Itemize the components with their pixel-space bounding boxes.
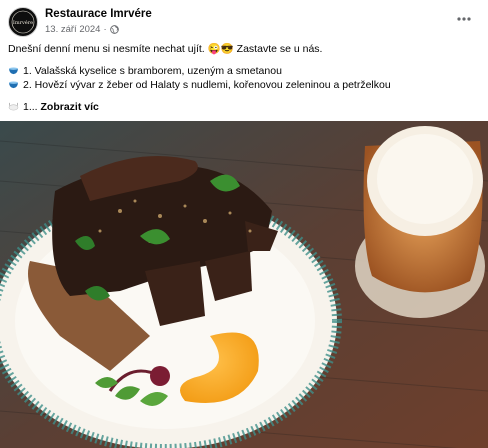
meta-separator: ·: [103, 24, 107, 35]
post-text-truncated: 1... Zobrazit víc: [8, 100, 480, 114]
more-options-button[interactable]: [454, 12, 474, 26]
post-header: Imrvére Restaurace Imrvére 13. září 2024…: [8, 6, 480, 40]
page-avatar[interactable]: Imrvére: [8, 7, 38, 37]
post-date[interactable]: 13. září 2024: [45, 24, 100, 35]
food-photo-image: [0, 121, 488, 448]
bowl-emoji-icon: [9, 81, 18, 89]
truncated-text: 1...: [23, 101, 38, 113]
facebook-post: Imrvére Restaurace Imrvére 13. září 2024…: [0, 0, 488, 448]
see-more-link[interactable]: Zobrazit víc: [41, 101, 99, 113]
avatar-wordmark: Imrvére: [13, 19, 33, 26]
more-horizontal-icon: [457, 17, 471, 21]
post-meta: 13. září 2024 ·: [45, 24, 119, 35]
menu-item-2-text: 2. Hovězí vývar z žeber od Halaty s nudl…: [23, 79, 391, 91]
bowl-emoji-icon: [9, 67, 18, 75]
post-text-intro: Dnešní denní menu si nesmíte nechat ujít…: [8, 43, 323, 55]
globe-icon[interactable]: [109, 25, 119, 34]
avatar-logo: Imrvére: [10, 9, 36, 35]
plate-emoji-icon: [8, 102, 19, 111]
post-photo[interactable]: [0, 121, 488, 448]
page-name-link[interactable]: Restaurace Imrvére: [45, 8, 152, 20]
menu-item-2: 2. Hovězí vývar z žeber od Halaty s nudl…: [8, 78, 480, 92]
menu-item-1: 1. Valašská kyselice s bramborem, uzeným…: [8, 64, 480, 78]
menu-item-1-text: 1. Valašská kyselice s bramborem, uzeným…: [23, 65, 282, 77]
